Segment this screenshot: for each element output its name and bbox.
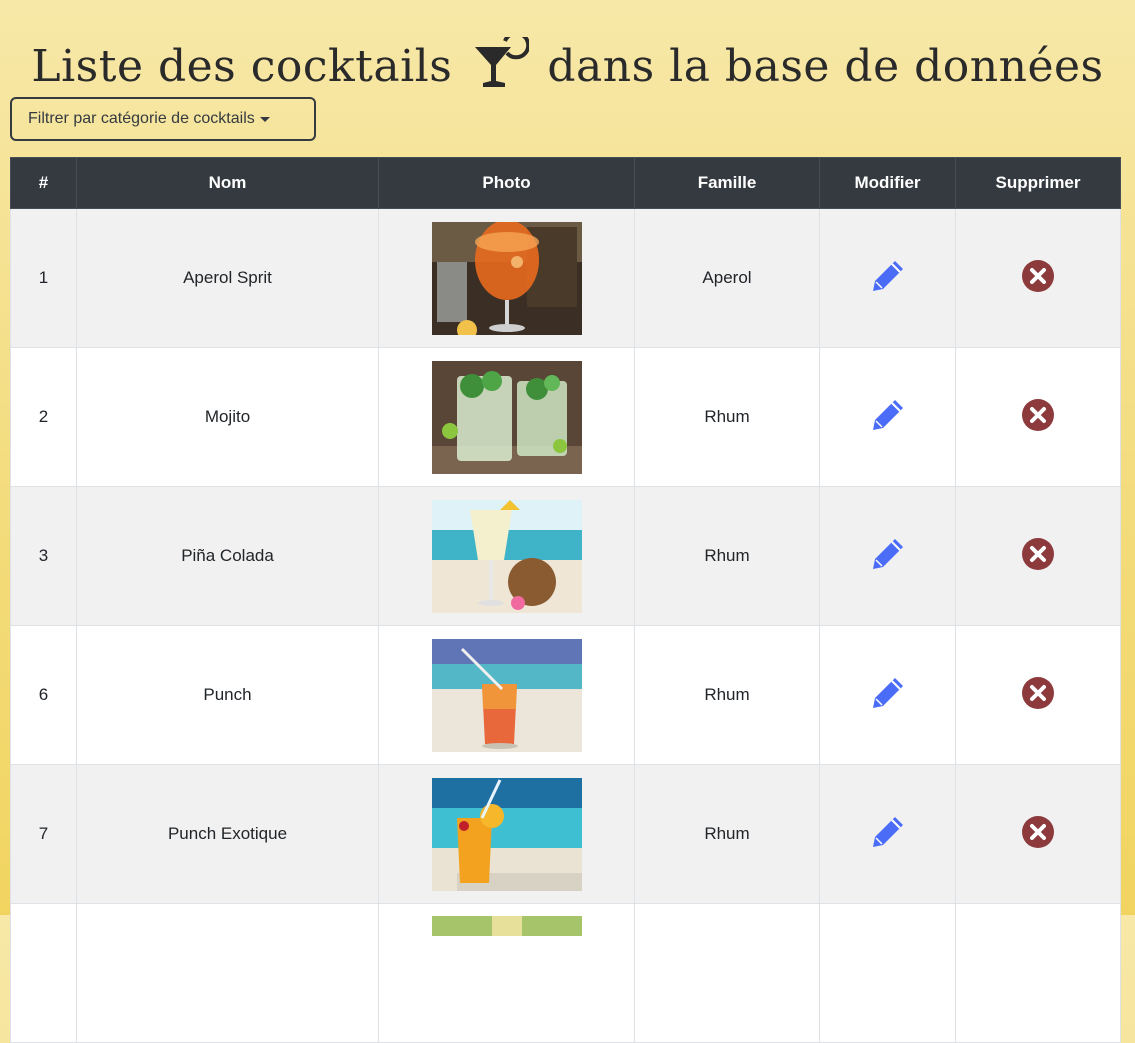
cell-family: Rhum bbox=[634, 347, 820, 487]
cell-family: Rhum bbox=[634, 764, 820, 904]
close-circle-icon bbox=[1022, 537, 1054, 570]
caret-down-icon bbox=[259, 116, 270, 122]
delete-button[interactable] bbox=[1022, 537, 1054, 575]
cocktail-photo bbox=[431, 916, 582, 936]
edit-button[interactable] bbox=[871, 259, 905, 298]
cell-family: Rhum bbox=[634, 625, 820, 765]
mojito-photo bbox=[431, 360, 582, 474]
delete-button[interactable] bbox=[1022, 815, 1054, 853]
cell-family: Aperol bbox=[634, 208, 820, 348]
table-row: 3 Piña Colada Rhum bbox=[10, 486, 1121, 626]
cell-id: 3 bbox=[10, 486, 77, 626]
cell-id: 2 bbox=[10, 347, 77, 487]
close-circle-icon bbox=[1022, 676, 1054, 709]
cell-name: Piña Colada bbox=[76, 486, 379, 626]
cell-id: 7 bbox=[10, 764, 77, 904]
column-header-name: Nom bbox=[76, 157, 379, 209]
cell-name: Mojito bbox=[76, 347, 379, 487]
page-title-part2: dans la base de données bbox=[547, 41, 1104, 93]
delete-button[interactable] bbox=[1022, 259, 1054, 297]
edit-button[interactable] bbox=[871, 537, 905, 576]
edit-button[interactable] bbox=[871, 676, 905, 715]
column-header-id: # bbox=[10, 157, 77, 209]
page-title: Liste des cocktails dans la base de donn… bbox=[0, 33, 1135, 101]
aperol-spritz-photo bbox=[431, 221, 582, 335]
cell-id: 6 bbox=[10, 625, 77, 765]
delete-button[interactable] bbox=[1022, 398, 1054, 436]
cocktails-table: # Nom Photo Famille Modifier Supprimer 1… bbox=[10, 157, 1121, 1043]
punch-photo bbox=[431, 638, 582, 752]
close-circle-icon bbox=[1022, 815, 1054, 848]
pencil-icon bbox=[872, 816, 903, 847]
table-row: 7 Punch Exotique Rhum bbox=[10, 764, 1121, 904]
close-circle-icon bbox=[1022, 398, 1054, 431]
cell-name: Punch Exotique bbox=[76, 764, 379, 904]
table-header-row: # Nom Photo Famille Modifier Supprimer bbox=[10, 157, 1121, 209]
edit-button[interactable] bbox=[871, 815, 905, 854]
table-row: 1 Aperol Sprit Aperol bbox=[10, 208, 1121, 348]
delete-button[interactable] bbox=[1022, 676, 1054, 714]
filter-category-label: Filtrer par catégorie de cocktails bbox=[28, 110, 255, 127]
cell-id: 1 bbox=[10, 208, 77, 348]
filter-category-dropdown[interactable]: Filtrer par catégorie de cocktails bbox=[10, 97, 316, 141]
column-header-edit: Modifier bbox=[819, 157, 956, 209]
punch-exotique-photo bbox=[431, 777, 582, 891]
edit-button[interactable] bbox=[871, 398, 905, 437]
pencil-icon bbox=[872, 677, 903, 708]
cell-name: Aperol Sprit bbox=[76, 208, 379, 348]
pencil-icon bbox=[872, 260, 903, 291]
page-title-part1: Liste des cocktails bbox=[31, 41, 453, 93]
pencil-icon bbox=[872, 399, 903, 430]
cell-name: Punch bbox=[76, 625, 379, 765]
column-header-family: Famille bbox=[634, 157, 820, 209]
column-header-photo: Photo bbox=[378, 157, 635, 209]
cocktail-glass-icon bbox=[474, 37, 529, 88]
close-circle-icon bbox=[1022, 259, 1054, 292]
cell-family: Rhum bbox=[634, 486, 820, 626]
pina-colada-photo bbox=[431, 499, 582, 613]
table-row: 2 Mojito Rhum bbox=[10, 347, 1121, 487]
table-row: 6 Punch Rhum bbox=[10, 625, 1121, 765]
table-row bbox=[10, 903, 1121, 1043]
pencil-icon bbox=[872, 538, 903, 569]
column-header-delete: Supprimer bbox=[955, 157, 1121, 209]
